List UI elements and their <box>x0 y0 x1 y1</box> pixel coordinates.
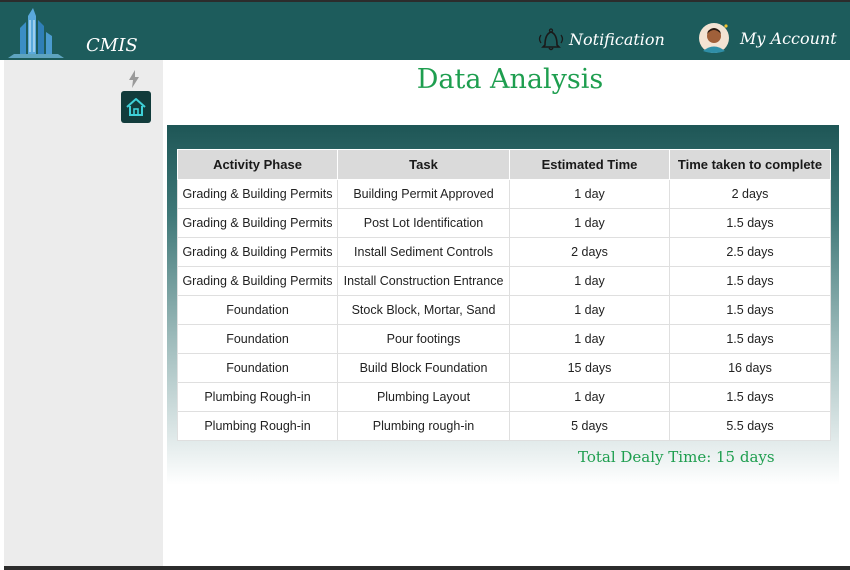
cell-activity-phase: Foundation <box>177 324 338 354</box>
cell-time-taken: 1.5 days <box>669 324 831 354</box>
cell-time-taken: 1.5 days <box>669 295 831 325</box>
bell-icon <box>538 28 564 51</box>
page-title: Data Analysis <box>416 64 604 95</box>
total-delay-time: Total Dealy Time: 15 days <box>578 448 775 466</box>
cell-estimated-time: 15 days <box>509 353 670 383</box>
cell-task: Install Sediment Controls <box>337 237 510 267</box>
notification-button[interactable]: Notification <box>535 26 665 52</box>
cell-task: Plumbing Layout <box>337 382 510 412</box>
cell-estimated-time: 1 day <box>509 208 670 238</box>
cell-task: Pour footings <box>337 324 510 354</box>
table-row: Foundation Stock Block, Mortar, Sand 1 d… <box>177 295 831 325</box>
cell-task: Stock Block, Mortar, Sand <box>337 295 510 325</box>
cell-task: Post Lot Identification <box>337 208 510 238</box>
table-row: Grading & Building Permits Install Const… <box>177 266 831 296</box>
cell-time-taken: 1.5 days <box>669 382 831 412</box>
cell-estimated-time: 1 day <box>509 266 670 296</box>
cell-activity-phase: Grading & Building Permits <box>177 266 338 296</box>
column-header-task: Task <box>337 149 510 180</box>
brand-name: CMIS <box>86 35 138 56</box>
table-row: Grading & Building Permits Post Lot Iden… <box>177 208 831 238</box>
cell-time-taken: 2 days <box>669 179 831 209</box>
table-row: Foundation Pour footings 1 day 1.5 days <box>177 324 831 354</box>
data-analysis-table: Activity Phase Task Estimated Time Time … <box>177 149 831 441</box>
table-header-row: Activity Phase Task Estimated Time Time … <box>177 149 831 180</box>
cell-estimated-time: 1 day <box>509 179 670 209</box>
cell-activity-phase: Grading & Building Permits <box>177 208 338 238</box>
my-account-label: My Account <box>740 28 837 48</box>
cell-estimated-time: 5 days <box>509 411 670 441</box>
my-account-button[interactable]: My Account <box>698 22 837 54</box>
cell-activity-phase: Grading & Building Permits <box>177 237 338 267</box>
cell-task: Building Permit Approved <box>337 179 510 209</box>
cell-activity-phase: Grading & Building Permits <box>177 179 338 209</box>
column-header-time-taken: Time taken to complete <box>669 149 831 180</box>
lightning-icon[interactable] <box>128 70 140 88</box>
cell-estimated-time: 1 day <box>509 382 670 412</box>
table-row: Grading & Building Permits Install Sedim… <box>177 237 831 267</box>
cell-estimated-time: 1 day <box>509 324 670 354</box>
cell-estimated-time: 1 day <box>509 295 670 325</box>
sidebar <box>4 60 163 570</box>
top-navbar: CMIS Notification My Account <box>0 0 850 60</box>
table-row: Plumbing Rough-in Plumbing rough-in 5 da… <box>177 411 831 441</box>
home-icon <box>126 98 146 116</box>
bottom-border <box>4 566 850 570</box>
cell-time-taken: 1.5 days <box>669 208 831 238</box>
cell-task: Build Block Foundation <box>337 353 510 383</box>
cell-task: Plumbing rough-in <box>337 411 510 441</box>
cell-task: Install Construction Entrance <box>337 266 510 296</box>
cell-activity-phase: Plumbing Rough-in <box>177 382 338 412</box>
column-header-activity-phase: Activity Phase <box>177 149 338 180</box>
home-button[interactable] <box>121 91 151 123</box>
table-row: Foundation Build Block Foundation 15 day… <box>177 353 831 383</box>
table-row: Plumbing Rough-in Plumbing Layout 1 day … <box>177 382 831 412</box>
cell-time-taken: 2.5 days <box>669 237 831 267</box>
cell-time-taken: 1.5 days <box>669 266 831 296</box>
column-header-estimated-time: Estimated Time <box>509 149 670 180</box>
city-skyline-icon[interactable] <box>6 6 66 60</box>
notification-label: Notification <box>569 29 665 49</box>
cell-time-taken: 16 days <box>669 353 831 383</box>
user-avatar-icon <box>699 23 729 53</box>
cell-estimated-time: 2 days <box>509 237 670 267</box>
cell-activity-phase: Foundation <box>177 353 338 383</box>
cell-time-taken: 5.5 days <box>669 411 831 441</box>
cell-activity-phase: Plumbing Rough-in <box>177 411 338 441</box>
cell-activity-phase: Foundation <box>177 295 338 325</box>
table-row: Grading & Building Permits Building Perm… <box>177 179 831 209</box>
